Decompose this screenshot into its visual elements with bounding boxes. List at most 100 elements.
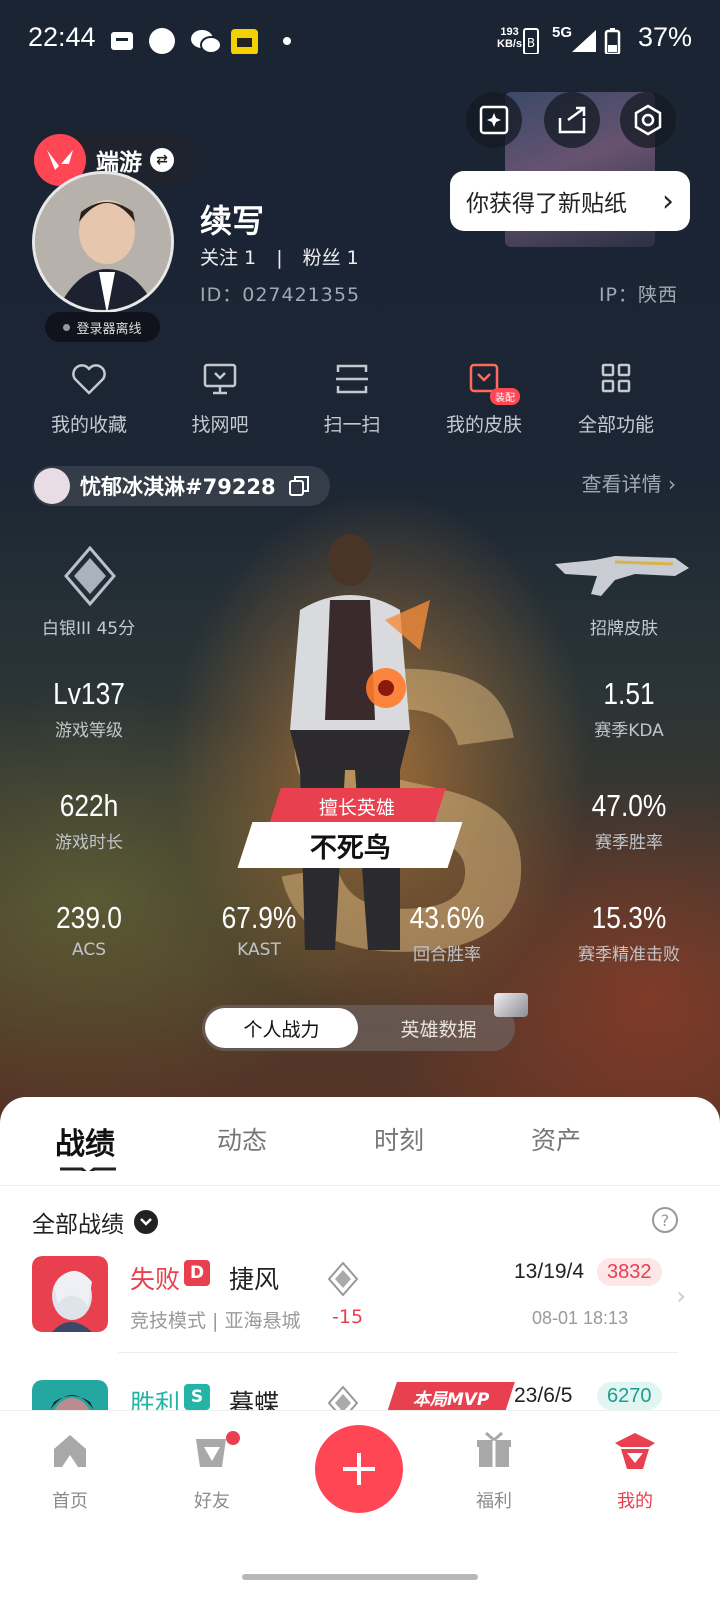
- personal-power-tab[interactable]: 个人战力: [205, 1008, 358, 1048]
- bottom-navbar: 首页 好友 福利 我的: [0, 1410, 720, 1600]
- stat-level-value: Lv137: [53, 676, 125, 711]
- copy-icon[interactable]: [288, 475, 310, 497]
- stat-hours-value: 622h: [59, 788, 119, 823]
- scan-label: 扫一扫: [323, 414, 381, 436]
- match-result: 失败: [130, 1265, 181, 1294]
- divider: [0, 1185, 720, 1186]
- share-button[interactable]: [544, 92, 600, 148]
- view-details-link[interactable]: 查看详情 ›: [582, 468, 676, 497]
- wechat-icon: [191, 30, 222, 54]
- match-kda: 13/19/4: [514, 1260, 585, 1283]
- main-hero-name[interactable]: 不死鸟: [237, 822, 463, 868]
- monitor-icon: [203, 363, 237, 395]
- all-functions-label: 全部功能: [577, 414, 654, 436]
- scan-icon: [336, 364, 368, 394]
- match-score: 3832: [597, 1258, 662, 1286]
- settings-button[interactable]: [620, 92, 676, 148]
- my-skins-button[interactable]: 装配 我的皮肤: [424, 362, 544, 437]
- row-divider: [118, 1352, 678, 1353]
- following-count[interactable]: 关注 1: [200, 247, 256, 269]
- nav-rewards-label: 福利: [476, 1491, 512, 1512]
- hero-data-tab[interactable]: 英雄数据: [362, 1005, 515, 1051]
- user-id: ID：027421355: [200, 284, 361, 306]
- notification-dot: [226, 1431, 240, 1445]
- riot-avatar: [34, 468, 70, 504]
- chevron-right-icon: ›: [662, 183, 674, 219]
- match-rank-icon: [328, 1262, 358, 1296]
- stat-acs-label: ACS: [72, 940, 106, 960]
- net-speed: 193 KB/s: [497, 26, 523, 50]
- stat-win-rate-value: 47.0%: [591, 788, 667, 823]
- profile-icon: [615, 1433, 655, 1469]
- circle-app-icon: [149, 28, 175, 54]
- message-notification-icon: [111, 32, 133, 50]
- stat-kast: 67.9% KAST: [184, 900, 334, 960]
- nav-profile[interactable]: 我的: [585, 1431, 685, 1513]
- stat-kda-label: 赛季KDA: [594, 721, 664, 741]
- nav-friends[interactable]: 好友: [162, 1431, 262, 1513]
- svg-text:B: B: [527, 36, 535, 50]
- data-toggle: 个人战力 英雄数据: [202, 993, 528, 1051]
- help-icon[interactable]: ?: [652, 1207, 678, 1233]
- find-internet-cafe-button[interactable]: 找网吧: [160, 362, 280, 437]
- match-row[interactable]: 失败 D 捷风 竞技模式 | 亚海悬城 -15 13/19/4 3832 08-…: [0, 1240, 720, 1364]
- stat-headshot: 15.3% 赛季精准击败: [554, 900, 704, 965]
- home-indicator[interactable]: [242, 1574, 478, 1580]
- favorites-label: 我的收藏: [50, 414, 127, 436]
- share-icon: [558, 106, 586, 134]
- more-dot-icon: [283, 37, 291, 45]
- stat-kast-value: 67.9%: [221, 900, 297, 935]
- riot-id-tag[interactable]: 忧郁冰淇淋#79228: [32, 466, 330, 506]
- match-time: 08-01 18:13: [532, 1308, 629, 1328]
- sticker-edit-button[interactable]: [466, 92, 522, 148]
- avatar[interactable]: [32, 171, 174, 313]
- nav-rewards[interactable]: 福利: [444, 1431, 544, 1513]
- rank-silver-icon: [64, 546, 116, 606]
- stat-kda-value: 1.51: [603, 676, 655, 711]
- fans-count[interactable]: 粉丝 1: [303, 247, 359, 269]
- match-mode-map: 竞技模式 | 亚海悬城: [130, 1310, 301, 1332]
- gear-icon: [634, 104, 662, 136]
- new-sticker-tooltip[interactable]: 你获得了新贴纸 ›: [450, 171, 690, 231]
- riot-id-name: 忧郁冰淇淋#79228: [80, 475, 276, 499]
- equip-badge: 装配: [490, 388, 520, 405]
- stat-level: Lv137 游戏等级: [14, 676, 164, 741]
- create-post-button[interactable]: [315, 1425, 403, 1513]
- nav-profile-label: 我的: [617, 1491, 653, 1512]
- stat-kast-label: KAST: [237, 940, 281, 960]
- nav-home[interactable]: 首页: [20, 1431, 120, 1513]
- stat-hours: 622h 游戏时长: [14, 788, 164, 853]
- nav-home-label: 首页: [52, 1491, 88, 1512]
- match-score: 6270: [597, 1382, 662, 1410]
- chevron-right-icon: ›: [676, 1282, 686, 1310]
- match-kda: 23/6/5: [514, 1384, 573, 1407]
- mvp-text: 本局MVP: [412, 1389, 490, 1410]
- tab-assets[interactable]: 资产: [531, 1121, 581, 1157]
- stat-round-win: 43.6% 回合胜率: [372, 900, 522, 965]
- favorites-button[interactable]: 我的收藏: [29, 362, 149, 437]
- rifle-skin-image[interactable]: [555, 550, 695, 600]
- launcher-status-badge: 登录器离线: [45, 312, 160, 342]
- status-time: 22:44: [28, 22, 96, 52]
- match-mode-badge: S: [184, 1384, 210, 1410]
- nickname: 续写: [200, 202, 265, 240]
- follow-stats: 关注 1 | 粉丝 1: [200, 243, 359, 270]
- stat-win-rate: 47.0% 赛季胜率: [554, 788, 704, 853]
- scan-button[interactable]: 扫一扫: [292, 362, 412, 437]
- records-filter[interactable]: 全部战绩: [32, 1205, 158, 1239]
- battery-icon: [604, 28, 621, 54]
- all-functions-button[interactable]: 全部功能: [556, 362, 676, 437]
- hero-data-thumbnail: [494, 993, 528, 1017]
- tab-moments[interactable]: 时刻: [374, 1121, 424, 1157]
- tab-feed[interactable]: 动态: [217, 1121, 267, 1157]
- tab-records[interactable]: 战绩: [55, 1119, 115, 1163]
- sim-icon: B: [523, 28, 539, 54]
- ip-location: IP：陕西: [598, 284, 678, 306]
- stat-round-win-label: 回合胜率: [413, 945, 481, 965]
- battery-percent: 37%: [637, 22, 692, 52]
- rank-text: 白银III 45分: [42, 619, 136, 639]
- match-agent-name: 捷风: [229, 1265, 280, 1294]
- stat-acs-value: 239.0: [56, 900, 122, 935]
- stat-kda: 1.51 赛季KDA: [554, 676, 704, 741]
- stat-headshot-label: 赛季精准击败: [578, 945, 680, 965]
